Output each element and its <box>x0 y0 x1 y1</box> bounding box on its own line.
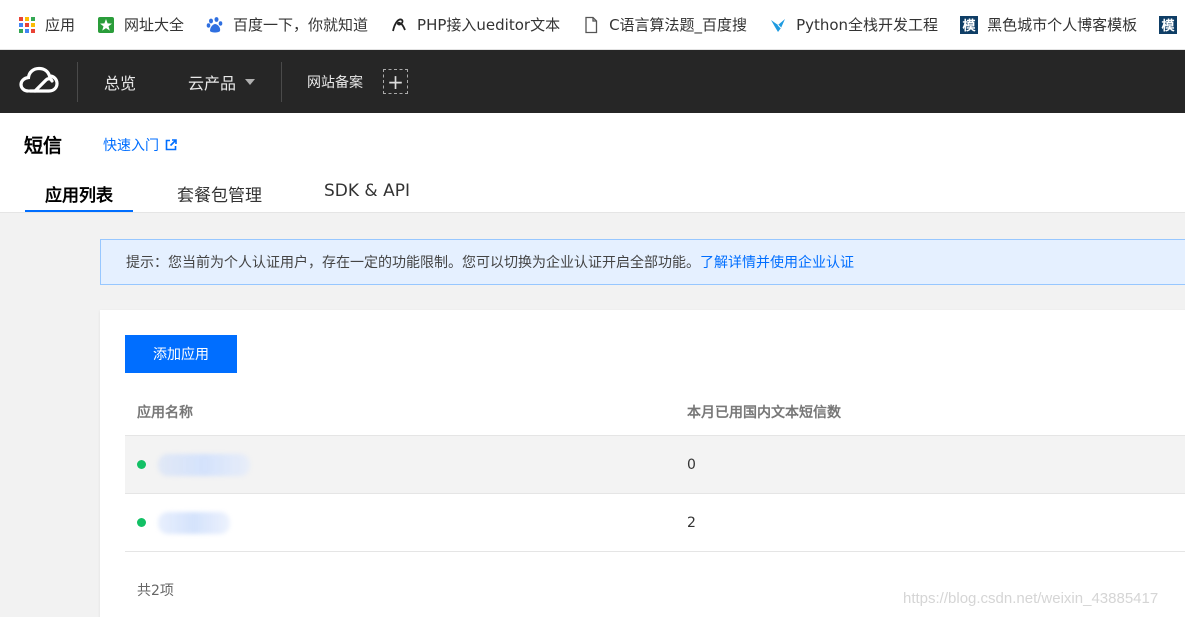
app-list-card: 添加应用 应用名称 本月已用国内文本短信数 0 2 共2项 <box>100 310 1185 617</box>
header-divider <box>0 212 1185 213</box>
table-header: 应用名称 本月已用国内文本短信数 <box>125 388 1185 436</box>
app-name-cell <box>125 453 675 476</box>
tab-app-list[interactable]: 应用列表 <box>25 175 133 213</box>
bookmark-baidu[interactable]: 百度一下，你就知道 <box>206 14 368 35</box>
bookmark-template-2[interactable]: 模 <box>1159 15 1185 34</box>
nav-cloud-products[interactable]: 云产品 <box>162 62 281 102</box>
external-link-icon <box>165 139 177 151</box>
bookmark-label: C语言算法题_百度搜 <box>609 16 748 34</box>
bookmark-label: 应用 <box>45 16 76 34</box>
bookmark-hao123[interactable]: 网址大全 <box>97 14 184 35</box>
document-icon <box>582 16 600 34</box>
add-shortcut-button[interactable]: + <box>383 69 409 94</box>
bookmark-label: 黑色城市个人博客模板 <box>987 16 1138 34</box>
bookmark-apps[interactable]: 应用 <box>18 14 75 35</box>
bookmark-label: PHP接入ueditor文本 <box>417 16 561 34</box>
tab-sdk-api[interactable]: SDK & API <box>324 175 410 213</box>
apps-grid-icon <box>18 16 36 34</box>
column-app-name: 应用名称 <box>137 404 193 421</box>
nav-cloud-products-label: 云产品 <box>188 73 237 93</box>
alert-text: 提示：您当前为个人认证用户，存在一定的功能限制。您可以切换为企业认证开启全部功能… <box>126 255 700 271</box>
sms-count-cell: 2 <box>687 514 696 531</box>
add-app-button[interactable]: 添加应用 <box>125 335 237 373</box>
tab-bar: 应用列表 套餐包管理 SDK & API <box>25 175 410 213</box>
bookmarks-bar: 应用 网址大全 百度一下，你就知道 PHP接入ueditor文本 C语言算法题_… <box>0 0 1185 50</box>
app-table: 应用名称 本月已用国内文本短信数 0 2 <box>125 388 1185 552</box>
tab-package-management[interactable]: 套餐包管理 <box>177 175 262 213</box>
info-alert: 提示：您当前为个人认证用户，存在一定的功能限制。您可以切换为企业认证开启全部功能… <box>100 239 1185 285</box>
top-navigation: 总览 云产品 网站备案 + <box>0 50 1185 113</box>
page-header: 短信 快速入门 应用列表 套餐包管理 SDK & API <box>0 113 1185 213</box>
quick-start-label: 快速入门 <box>103 138 159 154</box>
mo-icon: 模 <box>1159 15 1178 34</box>
mo-icon: 模 <box>960 15 979 34</box>
bird-logo-icon <box>769 16 787 34</box>
watermark: https://blog.csdn.net/weixin_43885417 <box>903 590 1159 607</box>
hao123-icon <box>97 16 115 34</box>
status-dot-icon <box>137 460 146 469</box>
swirl-logo-icon <box>390 16 408 34</box>
nav-overview[interactable]: 总览 <box>78 62 162 102</box>
bookmark-php-ueditor[interactable]: PHP接入ueditor文本 <box>390 14 560 35</box>
caret-down-icon <box>245 78 256 85</box>
total-count: 共2项 <box>137 583 174 599</box>
bookmark-label: 百度一下，你就知道 <box>233 16 369 34</box>
column-sms-count: 本月已用国内文本短信数 <box>687 404 841 421</box>
table-row[interactable]: 2 <box>125 494 1185 552</box>
page-title: 短信 <box>24 135 63 157</box>
redacted-app-name[interactable] <box>158 453 250 476</box>
quick-start-link[interactable]: 快速入门 <box>103 135 177 155</box>
cloud-logo-icon[interactable] <box>0 61 78 102</box>
status-dot-icon <box>137 518 146 527</box>
bookmark-blog-template[interactable]: 模 黑色城市个人博客模板 <box>960 14 1137 35</box>
bookmark-python[interactable]: Python全栈开发工程 <box>769 14 938 35</box>
enterprise-auth-link[interactable]: 了解详情并使用企业认证 <box>700 252 854 272</box>
bookmark-label: Python全栈开发工程 <box>796 16 939 34</box>
app-name-cell <box>125 511 675 534</box>
bookmark-c-algorithm[interactable]: C语言算法题_百度搜 <box>582 14 747 35</box>
bookmark-label: 网址大全 <box>124 16 185 34</box>
sms-count-cell: 0 <box>687 456 696 473</box>
nav-website-filing[interactable]: 网站备案 <box>282 72 363 92</box>
redacted-app-name[interactable] <box>158 511 230 534</box>
baidu-paw-icon <box>206 16 224 34</box>
table-row[interactable]: 0 <box>125 436 1185 494</box>
